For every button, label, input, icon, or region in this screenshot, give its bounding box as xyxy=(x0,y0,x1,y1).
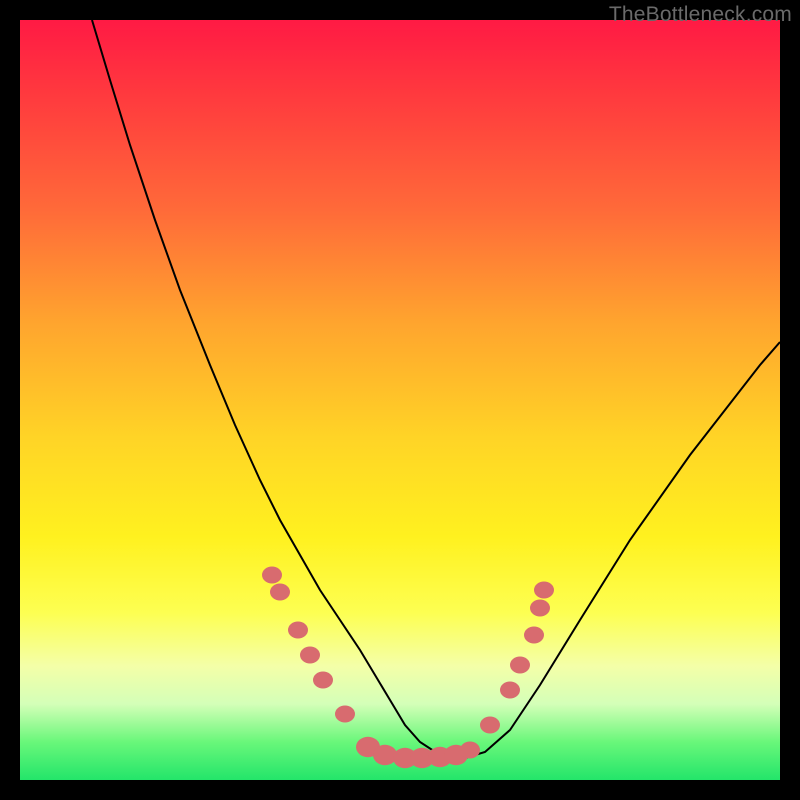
data-point-marker xyxy=(534,582,554,599)
bottleneck-curve-line xyxy=(92,20,780,758)
data-point-marker xyxy=(373,745,397,765)
markers-group xyxy=(262,567,554,769)
data-point-marker xyxy=(300,647,320,664)
data-point-marker xyxy=(262,567,282,584)
data-point-marker xyxy=(270,584,290,601)
data-point-marker xyxy=(500,682,520,699)
chart-svg xyxy=(20,20,780,780)
data-point-marker xyxy=(524,627,544,644)
data-point-marker xyxy=(530,600,550,617)
data-point-marker xyxy=(288,622,308,639)
chart-plot-area xyxy=(20,20,780,780)
data-point-marker xyxy=(480,717,500,734)
data-point-marker xyxy=(313,672,333,689)
watermark-label: TheBottleneck.com xyxy=(609,3,792,27)
data-point-marker xyxy=(510,657,530,674)
data-point-marker xyxy=(335,706,355,723)
data-point-marker xyxy=(460,742,480,759)
